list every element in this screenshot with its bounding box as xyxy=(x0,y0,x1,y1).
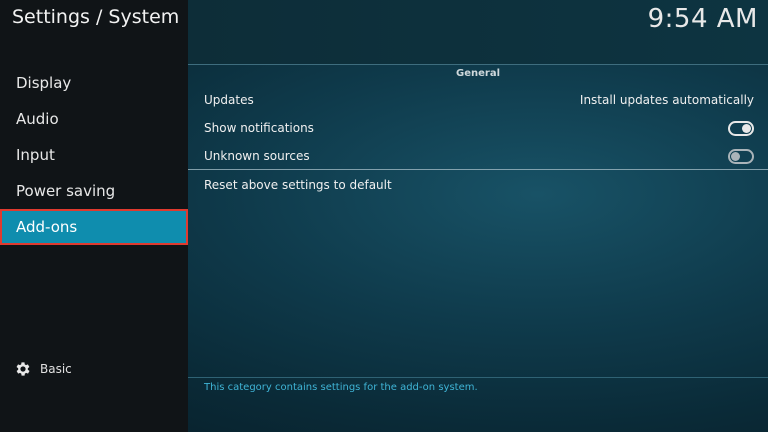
sidebar-item-label: Display xyxy=(16,74,72,92)
category-description: This category contains settings for the … xyxy=(204,382,478,393)
sidebar-item-label: Add-ons xyxy=(16,218,78,236)
description-divider xyxy=(188,377,768,378)
sidebar-item-label: Input xyxy=(16,146,55,164)
reset-label: Reset above settings to default xyxy=(204,178,392,192)
page-title: Settings / System xyxy=(12,6,180,28)
clock: 9:54 AM xyxy=(647,4,758,34)
setting-label: Updates xyxy=(204,93,254,107)
setting-label: Show notifications xyxy=(204,121,314,135)
settings-level-label: Basic xyxy=(40,362,72,376)
sidebar-item-audio[interactable]: Audio xyxy=(0,101,188,137)
sidebar-item-add-ons[interactable]: Add-ons xyxy=(0,209,188,245)
kodi-settings-screen: Settings / System 9:54 AM Display Audio … xyxy=(0,0,768,432)
settings-level-button[interactable]: Basic xyxy=(14,360,72,378)
setting-updates[interactable]: Updates Install updates automatically xyxy=(204,88,754,112)
sidebar-item-label: Audio xyxy=(16,110,59,128)
toggle-on-icon[interactable] xyxy=(728,120,754,136)
setting-show-notifications[interactable]: Show notifications xyxy=(204,116,754,140)
sidebar-item-display[interactable]: Display xyxy=(0,65,188,101)
top-bar-divider xyxy=(188,64,768,65)
sidebar-item-input[interactable]: Input xyxy=(0,137,188,173)
sidebar-nav: Display Audio Input Power saving Add-ons xyxy=(0,65,188,245)
reset-settings-button[interactable]: Reset above settings to default xyxy=(204,173,754,197)
sidebar-item-power-saving[interactable]: Power saving xyxy=(0,173,188,209)
gear-icon xyxy=(16,362,30,376)
section-header-general: General xyxy=(456,68,500,79)
settings-divider xyxy=(188,169,768,170)
sidebar-item-label: Power saving xyxy=(16,182,116,200)
setting-label: Unknown sources xyxy=(204,149,310,163)
toggle-off-icon[interactable] xyxy=(728,148,754,164)
setting-unknown-sources[interactable]: Unknown sources xyxy=(204,144,754,168)
setting-value: Install updates automatically xyxy=(579,93,754,107)
